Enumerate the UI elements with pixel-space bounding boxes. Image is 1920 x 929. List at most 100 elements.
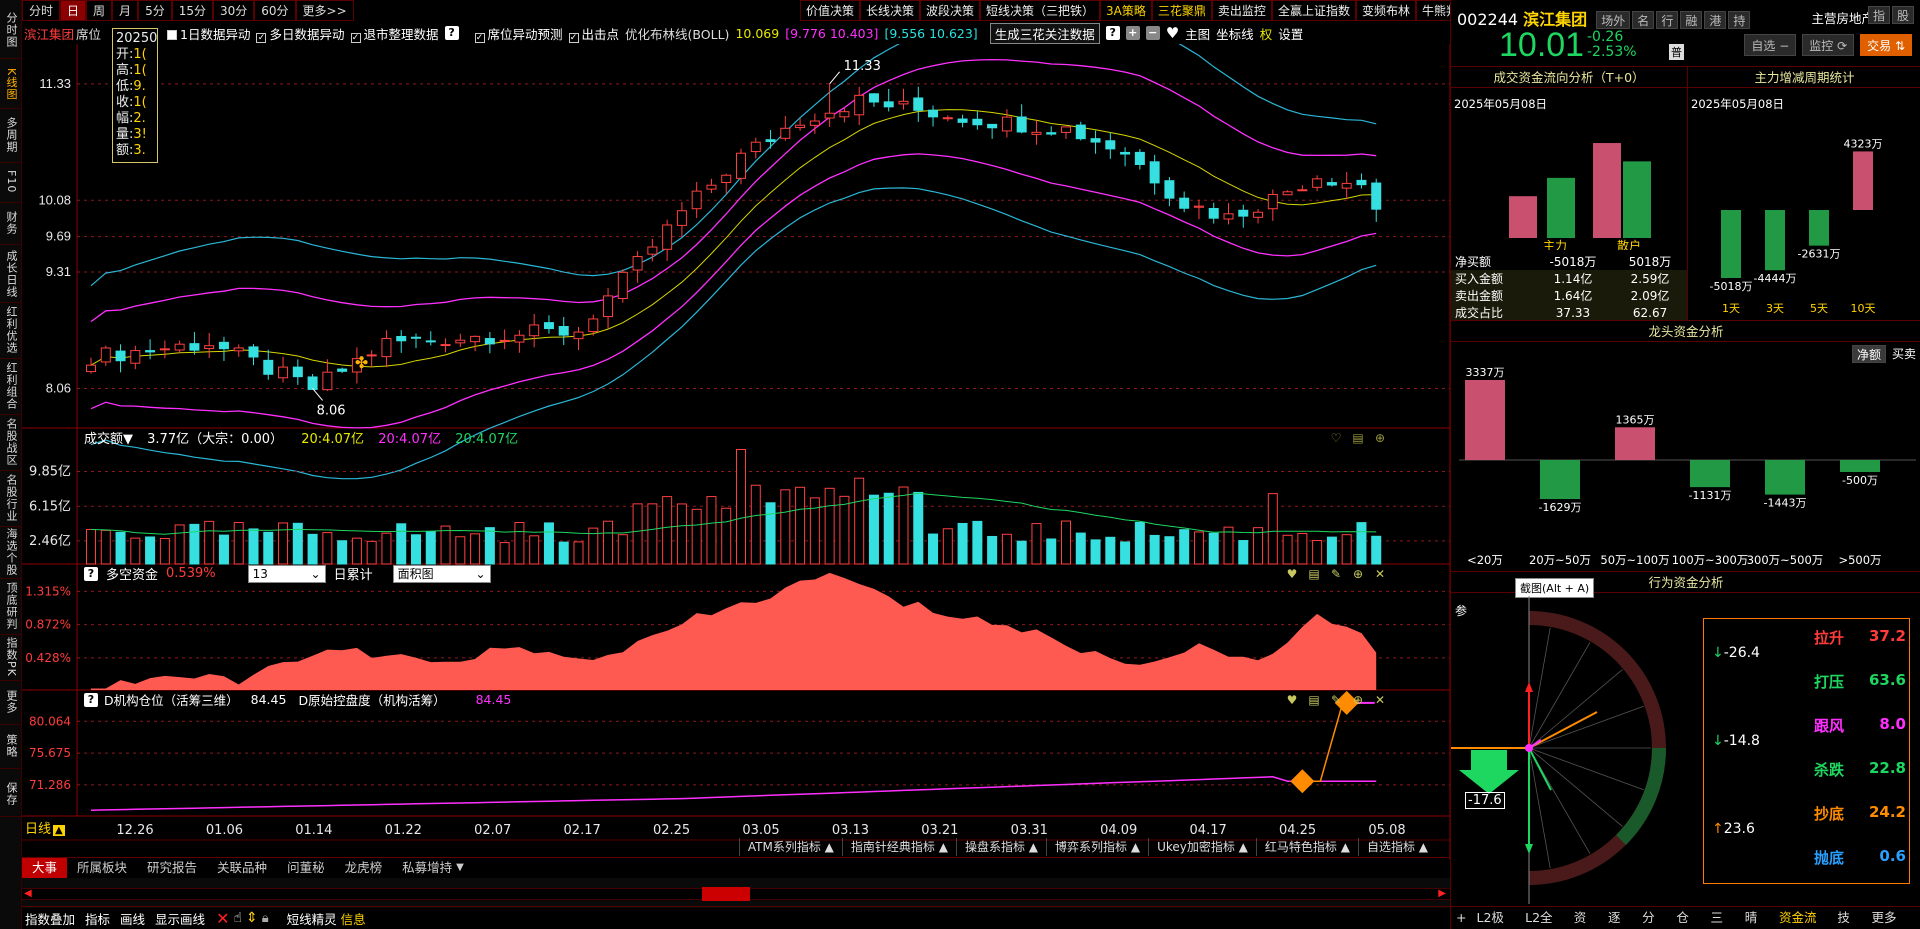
candle[interactable] bbox=[839, 111, 850, 118]
dropdown-icon[interactable]: ▼ bbox=[456, 858, 464, 877]
candle[interactable] bbox=[780, 127, 791, 139]
status-item[interactable]: 晴雨 bbox=[1740, 908, 1774, 928]
decision-button[interactable]: 卖出监控 bbox=[1211, 0, 1272, 21]
nav-item[interactable]: 财务 bbox=[0, 204, 22, 242]
delete-icon[interactable]: ✕ bbox=[216, 909, 229, 928]
candle[interactable] bbox=[721, 174, 732, 183]
chart-type-select[interactable]: 面积图 ⌄ bbox=[392, 564, 491, 583]
decision-button[interactable]: 价值决策 bbox=[799, 0, 860, 21]
candle[interactable] bbox=[647, 246, 658, 255]
panel-tool-icon[interactable]: ✎ bbox=[1331, 567, 1341, 581]
period-select[interactable]: 13 ⌄ bbox=[247, 564, 326, 583]
axis-button[interactable]: 坐标线 bbox=[1216, 24, 1254, 43]
candle[interactable] bbox=[411, 336, 421, 339]
candle[interactable] bbox=[1356, 179, 1367, 186]
status-item[interactable]: + bbox=[1451, 908, 1471, 928]
quote-tag[interactable]: 融 bbox=[1680, 11, 1703, 29]
candle[interactable] bbox=[1282, 191, 1293, 196]
status-item[interactable]: 资金 bbox=[1569, 908, 1603, 928]
bottom-tool[interactable]: 指数叠加 bbox=[22, 909, 78, 928]
panel-tool-icon[interactable]: ▤ bbox=[1308, 567, 1319, 581]
period-button[interactable]: 30分 bbox=[212, 0, 255, 21]
up-arrow-icon[interactable]: ▲ bbox=[53, 825, 65, 836]
candle[interactable] bbox=[750, 141, 761, 153]
candle[interactable] bbox=[1120, 151, 1131, 155]
candle[interactable] bbox=[588, 318, 599, 333]
nav-item[interactable]: 海选个股 bbox=[0, 528, 22, 576]
scroll-left-icon[interactable]: ◀ bbox=[24, 888, 32, 899]
candle[interactable] bbox=[1031, 131, 1042, 135]
indicator-menu[interactable]: 自选指标 ▲ bbox=[1357, 838, 1436, 856]
candle[interactable] bbox=[1193, 205, 1204, 208]
settings-button[interactable]: 设置 bbox=[1278, 24, 1303, 43]
candle[interactable] bbox=[543, 322, 554, 330]
checkbox-delist[interactable]: ✓ 退市整理数据 bbox=[350, 24, 439, 43]
chart-area[interactable]: 11.33 10.08 9.69 9.31 8.06 11.33 8.06 ✤ 9.85亿 6.1… bbox=[22, 44, 1450, 860]
plus-icon[interactable]: + bbox=[1125, 26, 1140, 40]
candle[interactable] bbox=[381, 337, 392, 358]
period-button[interactable]: 60分 bbox=[254, 0, 296, 21]
candle[interactable] bbox=[1046, 132, 1057, 135]
indicator-menu[interactable]: 操盘系指标 ▲ bbox=[955, 838, 1046, 856]
nav-item[interactable]: 红利优选 bbox=[0, 304, 22, 356]
candle[interactable] bbox=[263, 359, 274, 375]
candle[interactable] bbox=[691, 190, 702, 210]
quote-tag[interactable]: 行 bbox=[1656, 11, 1679, 29]
indicator-menu[interactable]: 博弈系列指标 ▲ bbox=[1046, 838, 1148, 856]
candle[interactable] bbox=[204, 345, 215, 350]
bottom-tab[interactable]: 问董秘 bbox=[277, 858, 335, 878]
candle[interactable] bbox=[174, 343, 185, 351]
add-watchlist-button[interactable]: 自选 − bbox=[1744, 34, 1797, 56]
checkbox-strike[interactable]: ✓ 出击点 bbox=[568, 24, 619, 43]
indicator-menu[interactable]: ATM系列指标 ▲ bbox=[738, 838, 842, 856]
status-item[interactable]: 分时 bbox=[1637, 908, 1671, 928]
diamond-marker[interactable] bbox=[1290, 769, 1315, 794]
candle[interactable] bbox=[662, 224, 673, 250]
candle[interactable] bbox=[987, 123, 998, 129]
panel-tool-icon[interactable]: ▤ bbox=[1352, 431, 1363, 445]
status-item[interactable]: 资金流向 bbox=[1774, 908, 1832, 928]
panel-tool-icon[interactable]: ▤ bbox=[1308, 693, 1319, 707]
candle[interactable] bbox=[1297, 189, 1308, 192]
period-button[interactable]: 5分 bbox=[138, 0, 172, 21]
candle[interactable] bbox=[706, 184, 717, 190]
lock-icon[interactable]: 🔒︎ bbox=[262, 911, 269, 926]
panel-tool-icon[interactable]: ⊕ bbox=[1375, 431, 1385, 445]
volume-title[interactable]: 成交额▼ bbox=[84, 432, 133, 447]
nav-item[interactable]: 顶底研判 bbox=[0, 580, 22, 632]
checkbox-seat[interactable]: ✓ 席位异动预测 bbox=[474, 24, 563, 43]
candle[interactable] bbox=[809, 120, 820, 126]
panel-tool-icon[interactable]: ✕ bbox=[1375, 693, 1385, 707]
candle[interactable] bbox=[868, 93, 879, 103]
short-line-button[interactable]: 短线精灵 bbox=[287, 909, 337, 928]
candle[interactable] bbox=[913, 97, 924, 111]
nav-item[interactable]: 红利组合 bbox=[0, 360, 22, 412]
quote-tag[interactable]: 名 bbox=[1632, 11, 1655, 29]
panel-tool-icon[interactable]: ♥ bbox=[1287, 693, 1298, 707]
candle[interactable] bbox=[1016, 116, 1027, 133]
move-icon[interactable]: ⇕ bbox=[246, 910, 258, 926]
candle[interactable] bbox=[676, 210, 687, 226]
decision-button[interactable]: 3A策略 bbox=[1100, 0, 1152, 21]
candle[interactable] bbox=[1105, 140, 1116, 150]
candle[interactable] bbox=[440, 344, 451, 347]
panel-tool-icon[interactable]: ♥ bbox=[1287, 567, 1298, 581]
panel-tool-icon[interactable]: ♡ bbox=[1331, 431, 1342, 445]
nav-item[interactable]: 多周期 bbox=[0, 110, 22, 160]
nav-item[interactable]: 更多 bbox=[0, 682, 22, 722]
hand-icon[interactable]: ☝ bbox=[233, 910, 242, 926]
candle[interactable] bbox=[883, 101, 894, 108]
nav-item[interactable]: F10 bbox=[0, 164, 22, 200]
clover-icon[interactable]: ✤ bbox=[355, 353, 368, 372]
scroll-thumb[interactable] bbox=[702, 887, 750, 901]
bottom-tool[interactable]: 指标 bbox=[82, 909, 113, 928]
candle[interactable] bbox=[1001, 116, 1012, 132]
candle[interactable] bbox=[558, 326, 569, 336]
decision-button[interactable]: 三花聚鼎 bbox=[1151, 0, 1212, 21]
candle[interactable] bbox=[1326, 182, 1337, 186]
period-button[interactable]: 周 bbox=[86, 0, 113, 21]
candle[interactable] bbox=[218, 341, 229, 350]
trade-button[interactable]: 交易 ⇅ bbox=[1860, 34, 1912, 56]
period-button[interactable]: 月 bbox=[112, 0, 139, 21]
bottom-tab[interactable]: 关联品种 bbox=[207, 858, 277, 878]
